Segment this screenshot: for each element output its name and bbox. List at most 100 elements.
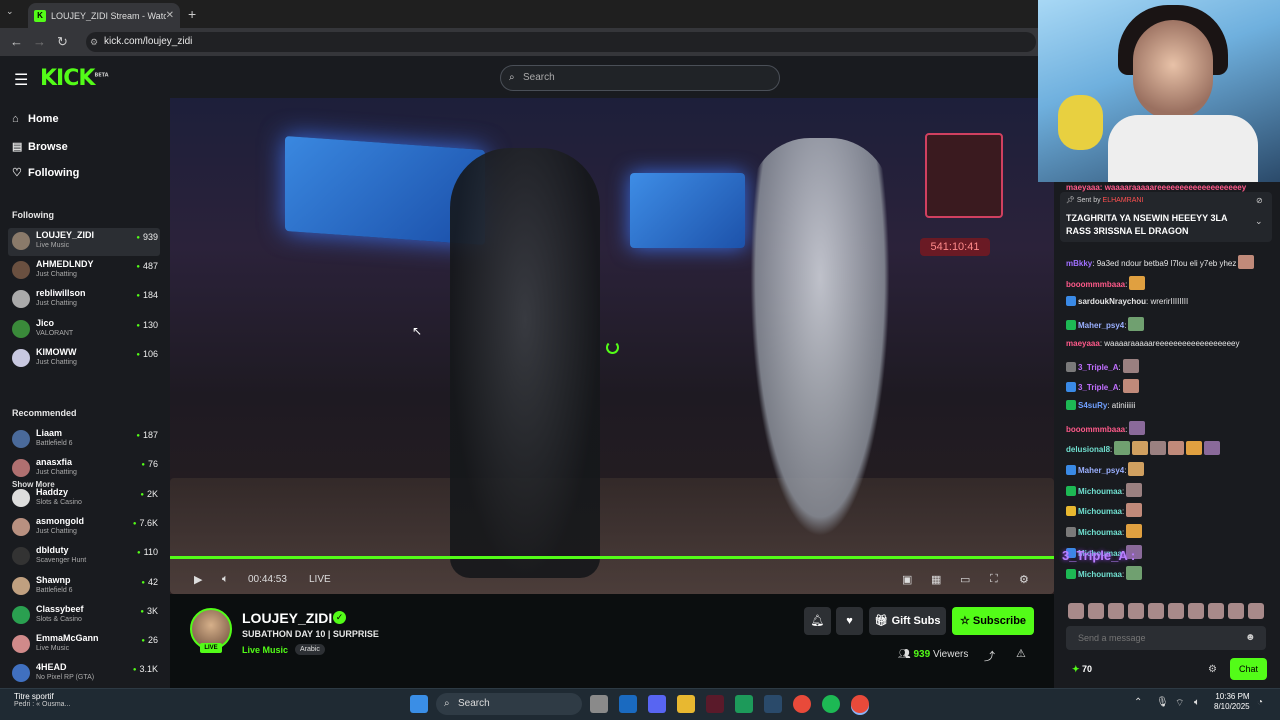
menu-icon[interactable]: ☰: [14, 70, 28, 90]
taskbar-clock[interactable]: 10:36 PM 8/10/2025: [1214, 692, 1250, 712]
taskbar-search[interactable]: ⌕ Search: [436, 693, 582, 715]
valorant-icon[interactable]: [706, 695, 724, 713]
theater-mode-icon[interactable]: ▭: [960, 573, 970, 586]
sidebar-channel[interactable]: ShawnpBattlefield 6 42: [8, 573, 160, 601]
sidebar-channel[interactable]: dbIdutyScavenger Hunt 110: [8, 543, 160, 571]
share-icon[interactable]: ⤴: [984, 648, 995, 664]
chat-username[interactable]: booommmbaaa: [1066, 425, 1125, 434]
gift-subs-button[interactable]: 🎁︎ Gift Subs: [869, 607, 946, 635]
sidebar-channel[interactable]: 4HEADNo Pixel RP (GTA) 3.1K: [8, 660, 160, 688]
kick-logo[interactable]: KICKBETA: [40, 66, 109, 91]
file-explorer-icon[interactable]: [677, 695, 695, 713]
nav-browse[interactable]: ▤ Browse: [12, 140, 68, 153]
follow-button[interactable]: ♥: [836, 607, 863, 635]
site-info-icon[interactable]: ⚙: [90, 32, 98, 52]
sidebar-channel[interactable]: asmongoldJust Chatting 7.6K: [8, 514, 160, 542]
play-icon[interactable]: ▶: [194, 573, 202, 586]
clip-icon[interactable]: ▦: [931, 573, 941, 586]
chat-message-input[interactable]: [1066, 626, 1266, 650]
pinned-user[interactable]: ELHAMRANI: [1103, 197, 1144, 204]
language-tag[interactable]: Arabic: [295, 644, 325, 655]
sidebar-channel[interactable]: JicoVALORANT 130: [8, 316, 160, 344]
spotify-icon[interactable]: [822, 695, 840, 713]
chat-send-button[interactable]: Chat: [1230, 658, 1267, 680]
news-widget[interactable]: Titre sportif Pedri : « Ousma...: [14, 692, 70, 708]
mic-icon[interactable]: 🎙︎: [1156, 697, 1169, 708]
sidebar-channel[interactable]: Liaam Battlefield 6 187: [8, 426, 160, 454]
chat-username[interactable]: booommmbaaa: [1066, 280, 1125, 289]
chat-username[interactable]: delusional8: [1066, 445, 1110, 454]
nav-following[interactable]: ♡ Following: [12, 166, 79, 179]
sidebar-channel[interactable]: rebliwillsonJust Chatting 184: [8, 286, 160, 314]
emoji-icon[interactable]: ☻: [1245, 632, 1256, 643]
emote[interactable]: [1208, 603, 1224, 619]
sidebar-channel[interactable]: ClassybeefSlots & Casino 3K: [8, 602, 160, 630]
reload-icon[interactable]: ↻: [57, 34, 68, 50]
task-view-icon[interactable]: [590, 695, 608, 713]
outlook-icon[interactable]: [619, 695, 637, 713]
report-icon[interactable]: ⚠: [1016, 647, 1026, 660]
sidebar-channel[interactable]: EmmaMcGannLive Music 26: [8, 631, 160, 659]
search-input[interactable]: ⌕ Search: [500, 65, 780, 91]
video-progress-bar[interactable]: [170, 556, 1054, 559]
unpin-icon[interactable]: ⊘: [1256, 196, 1263, 205]
fullscreen-icon[interactable]: ⛶: [990, 573, 998, 586]
tray-chevron-icon[interactable]: ⌃: [1134, 697, 1142, 708]
notifications-icon[interactable]: ◔: [1257, 697, 1263, 708]
subscribe-button[interactable]: ☆ Subscribe: [952, 607, 1034, 635]
emote[interactable]: [1148, 603, 1164, 619]
close-tab-icon[interactable]: ✕: [166, 10, 174, 21]
chrome-icon[interactable]: [793, 695, 811, 713]
sidebar-channel[interactable]: LOUJEY_ZIDI Live Music 939: [8, 228, 160, 256]
sidebar-channel[interactable]: anasxfiaJust Chatting 76: [8, 455, 160, 483]
xbox-icon[interactable]: [735, 695, 753, 713]
chat-username[interactable]: 3_Triple_A: [1078, 363, 1118, 372]
steam-icon[interactable]: [764, 695, 782, 713]
notification-bell-button[interactable]: 🔔︎: [804, 607, 831, 635]
chat-username[interactable]: maeyaaa: [1066, 339, 1100, 348]
emote-bar[interactable]: [1068, 603, 1268, 619]
chrome-active-icon[interactable]: [851, 695, 869, 713]
nav-home[interactable]: ⌂ Home: [12, 113, 59, 125]
chat-username[interactable]: Michoumaa: [1078, 528, 1122, 537]
new-tab-icon[interactable]: +: [188, 6, 196, 22]
chat-username[interactable]: mBkky: [1066, 259, 1092, 268]
emote[interactable]: [1128, 603, 1144, 619]
sidebar-channel[interactable]: AHMEDLNDYJust Chatting 487: [8, 257, 160, 285]
channel-points[interactable]: ✦ 70: [1072, 664, 1092, 675]
video-player[interactable]: 541:10:41 ↖: [170, 98, 1054, 594]
chat-username[interactable]: Maher_psy4: [1078, 466, 1124, 475]
chat-username[interactable]: sardoukNraychou: [1078, 297, 1146, 306]
back-icon[interactable]: ←: [10, 34, 23, 49]
settings-gear-icon[interactable]: ⚙: [1019, 573, 1029, 586]
discord-icon[interactable]: [648, 695, 666, 713]
sidebar-channel[interactable]: KIMOWWJust Chatting 106: [8, 345, 160, 373]
volume-icon[interactable]: 🔈︎: [222, 573, 229, 586]
speaker-icon[interactable]: 🔈︎: [1194, 697, 1200, 708]
forward-icon[interactable]: →: [33, 34, 46, 49]
stream-category[interactable]: Live Music: [242, 645, 288, 655]
chat-username[interactable]: S4suRy: [1078, 401, 1107, 410]
miniplayer-icon[interactable]: ▣: [902, 573, 912, 586]
wifi-icon[interactable]: ⌔: [1175, 697, 1184, 710]
browser-tab[interactable]: K LOUJEY_ZIDI Stream - Watch Li ✕: [28, 3, 180, 28]
emote[interactable]: [1068, 603, 1084, 619]
emote[interactable]: [1168, 603, 1184, 619]
chat-username[interactable]: Michoumaa: [1078, 570, 1122, 579]
emote[interactable]: [1108, 603, 1124, 619]
chat-username[interactable]: Michoumaa: [1078, 487, 1122, 496]
start-icon[interactable]: [410, 695, 428, 713]
chat-username[interactable]: Michoumaa: [1078, 507, 1122, 516]
chevron-down-icon[interactable]: ⌄: [1255, 216, 1263, 227]
channel-name[interactable]: LOUJEY_ZIDI: [242, 610, 332, 626]
emote[interactable]: [1188, 603, 1204, 619]
sidebar-channel[interactable]: HaddzySlots & Casino 2K: [8, 485, 160, 513]
emote[interactable]: [1248, 603, 1264, 619]
emote[interactable]: [1088, 603, 1104, 619]
address-bar[interactable]: ⚙ kick.com/loujey_zidi: [86, 32, 1036, 52]
emote[interactable]: [1228, 603, 1244, 619]
chat-username[interactable]: Maher_psy4: [1078, 321, 1124, 330]
chat-username[interactable]: 3_Triple_A: [1078, 383, 1118, 392]
tab-search-icon[interactable]: ⌄: [6, 6, 14, 17]
chat-settings-icon[interactable]: ⚙: [1208, 664, 1217, 675]
